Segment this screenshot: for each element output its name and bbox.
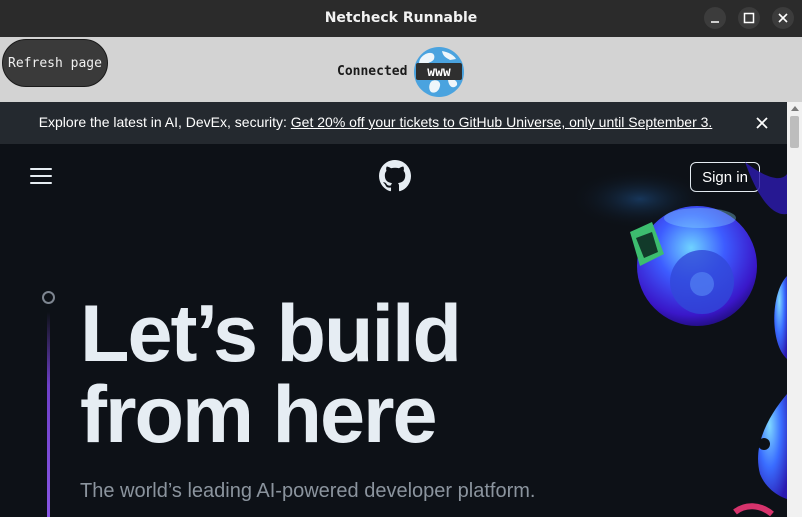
banner-link[interactable]: Get 20% off your tickets to GitHub Unive… (291, 114, 713, 130)
close-icon (778, 13, 788, 23)
timeline-line (47, 312, 50, 517)
scrollbar-thumb[interactable] (790, 116, 799, 148)
app-toolbar: Refresh page Connected www (0, 37, 802, 103)
window-title: Netcheck Runnable (324, 10, 478, 26)
refresh-page-button[interactable]: Refresh page (2, 39, 108, 87)
hamburger-menu-icon[interactable] (30, 168, 52, 184)
page-scrollbar[interactable] (787, 102, 802, 517)
close-window-button[interactable] (772, 7, 794, 29)
webpage-hero: Sign in Let’s build from here The world’… (0, 144, 787, 517)
timeline-dot (42, 291, 55, 304)
globe-www-icon: www (414, 47, 464, 97)
minimize-icon (711, 21, 719, 23)
banner-close-icon[interactable] (755, 116, 769, 130)
globe-www-text: www (427, 65, 451, 80)
hero-subheadline: The world’s leading AI-powered developer… (80, 480, 536, 502)
window-titlebar: Netcheck Runnable (0, 0, 802, 37)
maximize-icon (743, 12, 755, 24)
scroll-up-arrow-icon[interactable] (791, 106, 799, 111)
maximize-button[interactable] (738, 7, 760, 29)
github-logo-icon[interactable] (379, 160, 411, 192)
promo-banner: Explore the latest in AI, DevEx, securit… (0, 102, 787, 144)
hero-headline-line-2: from here (80, 370, 438, 460)
connection-status: Connected (337, 64, 408, 79)
hero-headline: Let’s build from here (80, 294, 462, 456)
hero-illustration (570, 162, 787, 517)
minimize-button[interactable] (704, 7, 726, 29)
banner-text: Explore the latest in AI, DevEx, securit… (38, 114, 291, 130)
hero-headline-line-1: Let’s build (80, 289, 462, 379)
